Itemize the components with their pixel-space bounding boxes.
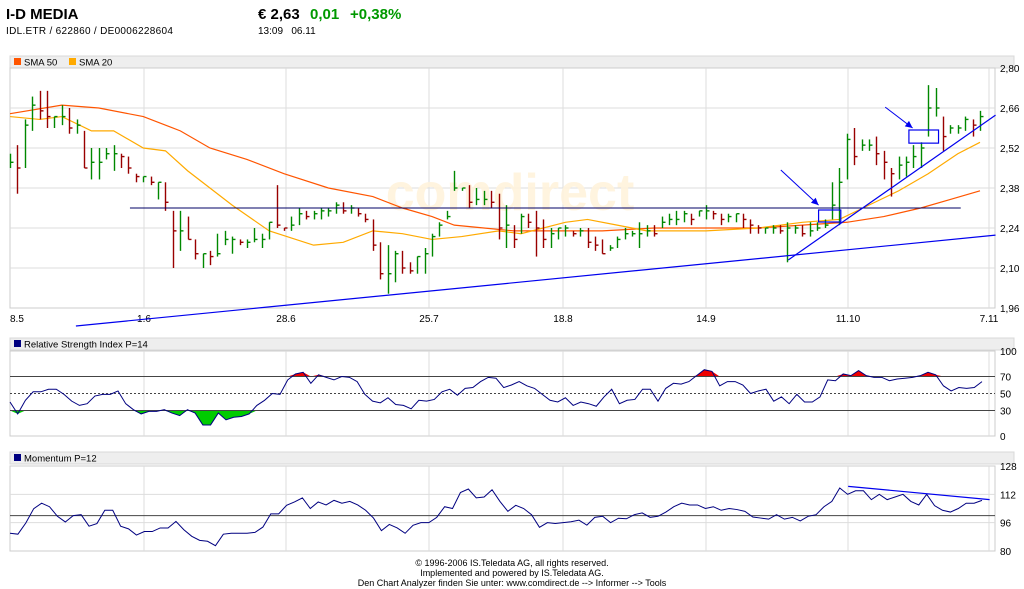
- price-panel-header: [9, 55, 1015, 69]
- date-axis-label: 7.11: [980, 314, 999, 325]
- momentum-axis-label: 80: [1000, 547, 1012, 558]
- momentum-axis-label: 112: [1000, 490, 1016, 501]
- price-axis-label: 2,52: [1000, 144, 1020, 155]
- date-axis-label: 14.9: [696, 314, 716, 325]
- date-axis-label: 28.6: [276, 314, 296, 325]
- chart-canvas: 2,802,662,522,382,242,101,968.51.628.625…: [9, 55, 1020, 558]
- rsi-axis-label: 0: [1000, 432, 1006, 443]
- momentum-axis-label: 96: [1000, 519, 1012, 530]
- rsi-axis-label: 30: [1000, 407, 1012, 418]
- rsi-axis-label: 70: [1000, 373, 1012, 384]
- rsi-title: Relative Strength Index P=14: [24, 340, 148, 351]
- legend-label-sma50: SMA 50: [24, 58, 57, 69]
- momentum-panel-header: [9, 451, 1015, 465]
- price-axis-label: 2,38: [1000, 184, 1020, 195]
- price-axis-label: 2,10: [1000, 264, 1020, 275]
- comdirect-watermark-logo: comdirect: [386, 164, 635, 222]
- footer-copyright: © 1996-2006 IS.Teledata AG, all rights r…: [415, 558, 609, 568]
- momentum-axis-label: 128: [1000, 462, 1017, 473]
- price-axis-label: 2,24: [1000, 224, 1020, 235]
- momentum-title: Momentum P=12: [24, 454, 97, 465]
- momentum-legend-swatch: [14, 454, 21, 461]
- date-axis-label: 8.5: [10, 314, 24, 325]
- legend-label-sma20: SMA 20: [79, 58, 112, 69]
- price-axis-label: 2,66: [1000, 104, 1020, 115]
- rsi-panel-header: [9, 337, 1015, 351]
- rsi-axis-label: 100: [1000, 347, 1017, 358]
- momentum-panel-plot-area: [9, 465, 996, 552]
- footer-link-hint: Den Chart Analyzer finden Sie unter: www…: [357, 578, 667, 588]
- chart-page: I-D MEDIA IDL.ETR / 622860 / DE000622860…: [0, 0, 1024, 589]
- footer-implemented: Implemented and powered by IS.Teledata A…: [420, 568, 604, 578]
- date-axis-label: 25.7: [419, 314, 439, 325]
- rsi-axis-label: 50: [1000, 390, 1012, 401]
- price-axis-label: 1,96: [1000, 304, 1020, 315]
- price-axis-label: 2,80: [1000, 64, 1020, 75]
- legend-swatch-sma20: [69, 58, 76, 65]
- date-axis-label: 18.8: [553, 314, 573, 325]
- legend-swatch-sma50: [14, 58, 21, 65]
- date-axis-label: 11.10: [836, 314, 861, 325]
- footer: © 1996-2006 IS.Teledata AG, all rights r…: [0, 558, 1024, 588]
- rsi-legend-swatch: [14, 340, 21, 347]
